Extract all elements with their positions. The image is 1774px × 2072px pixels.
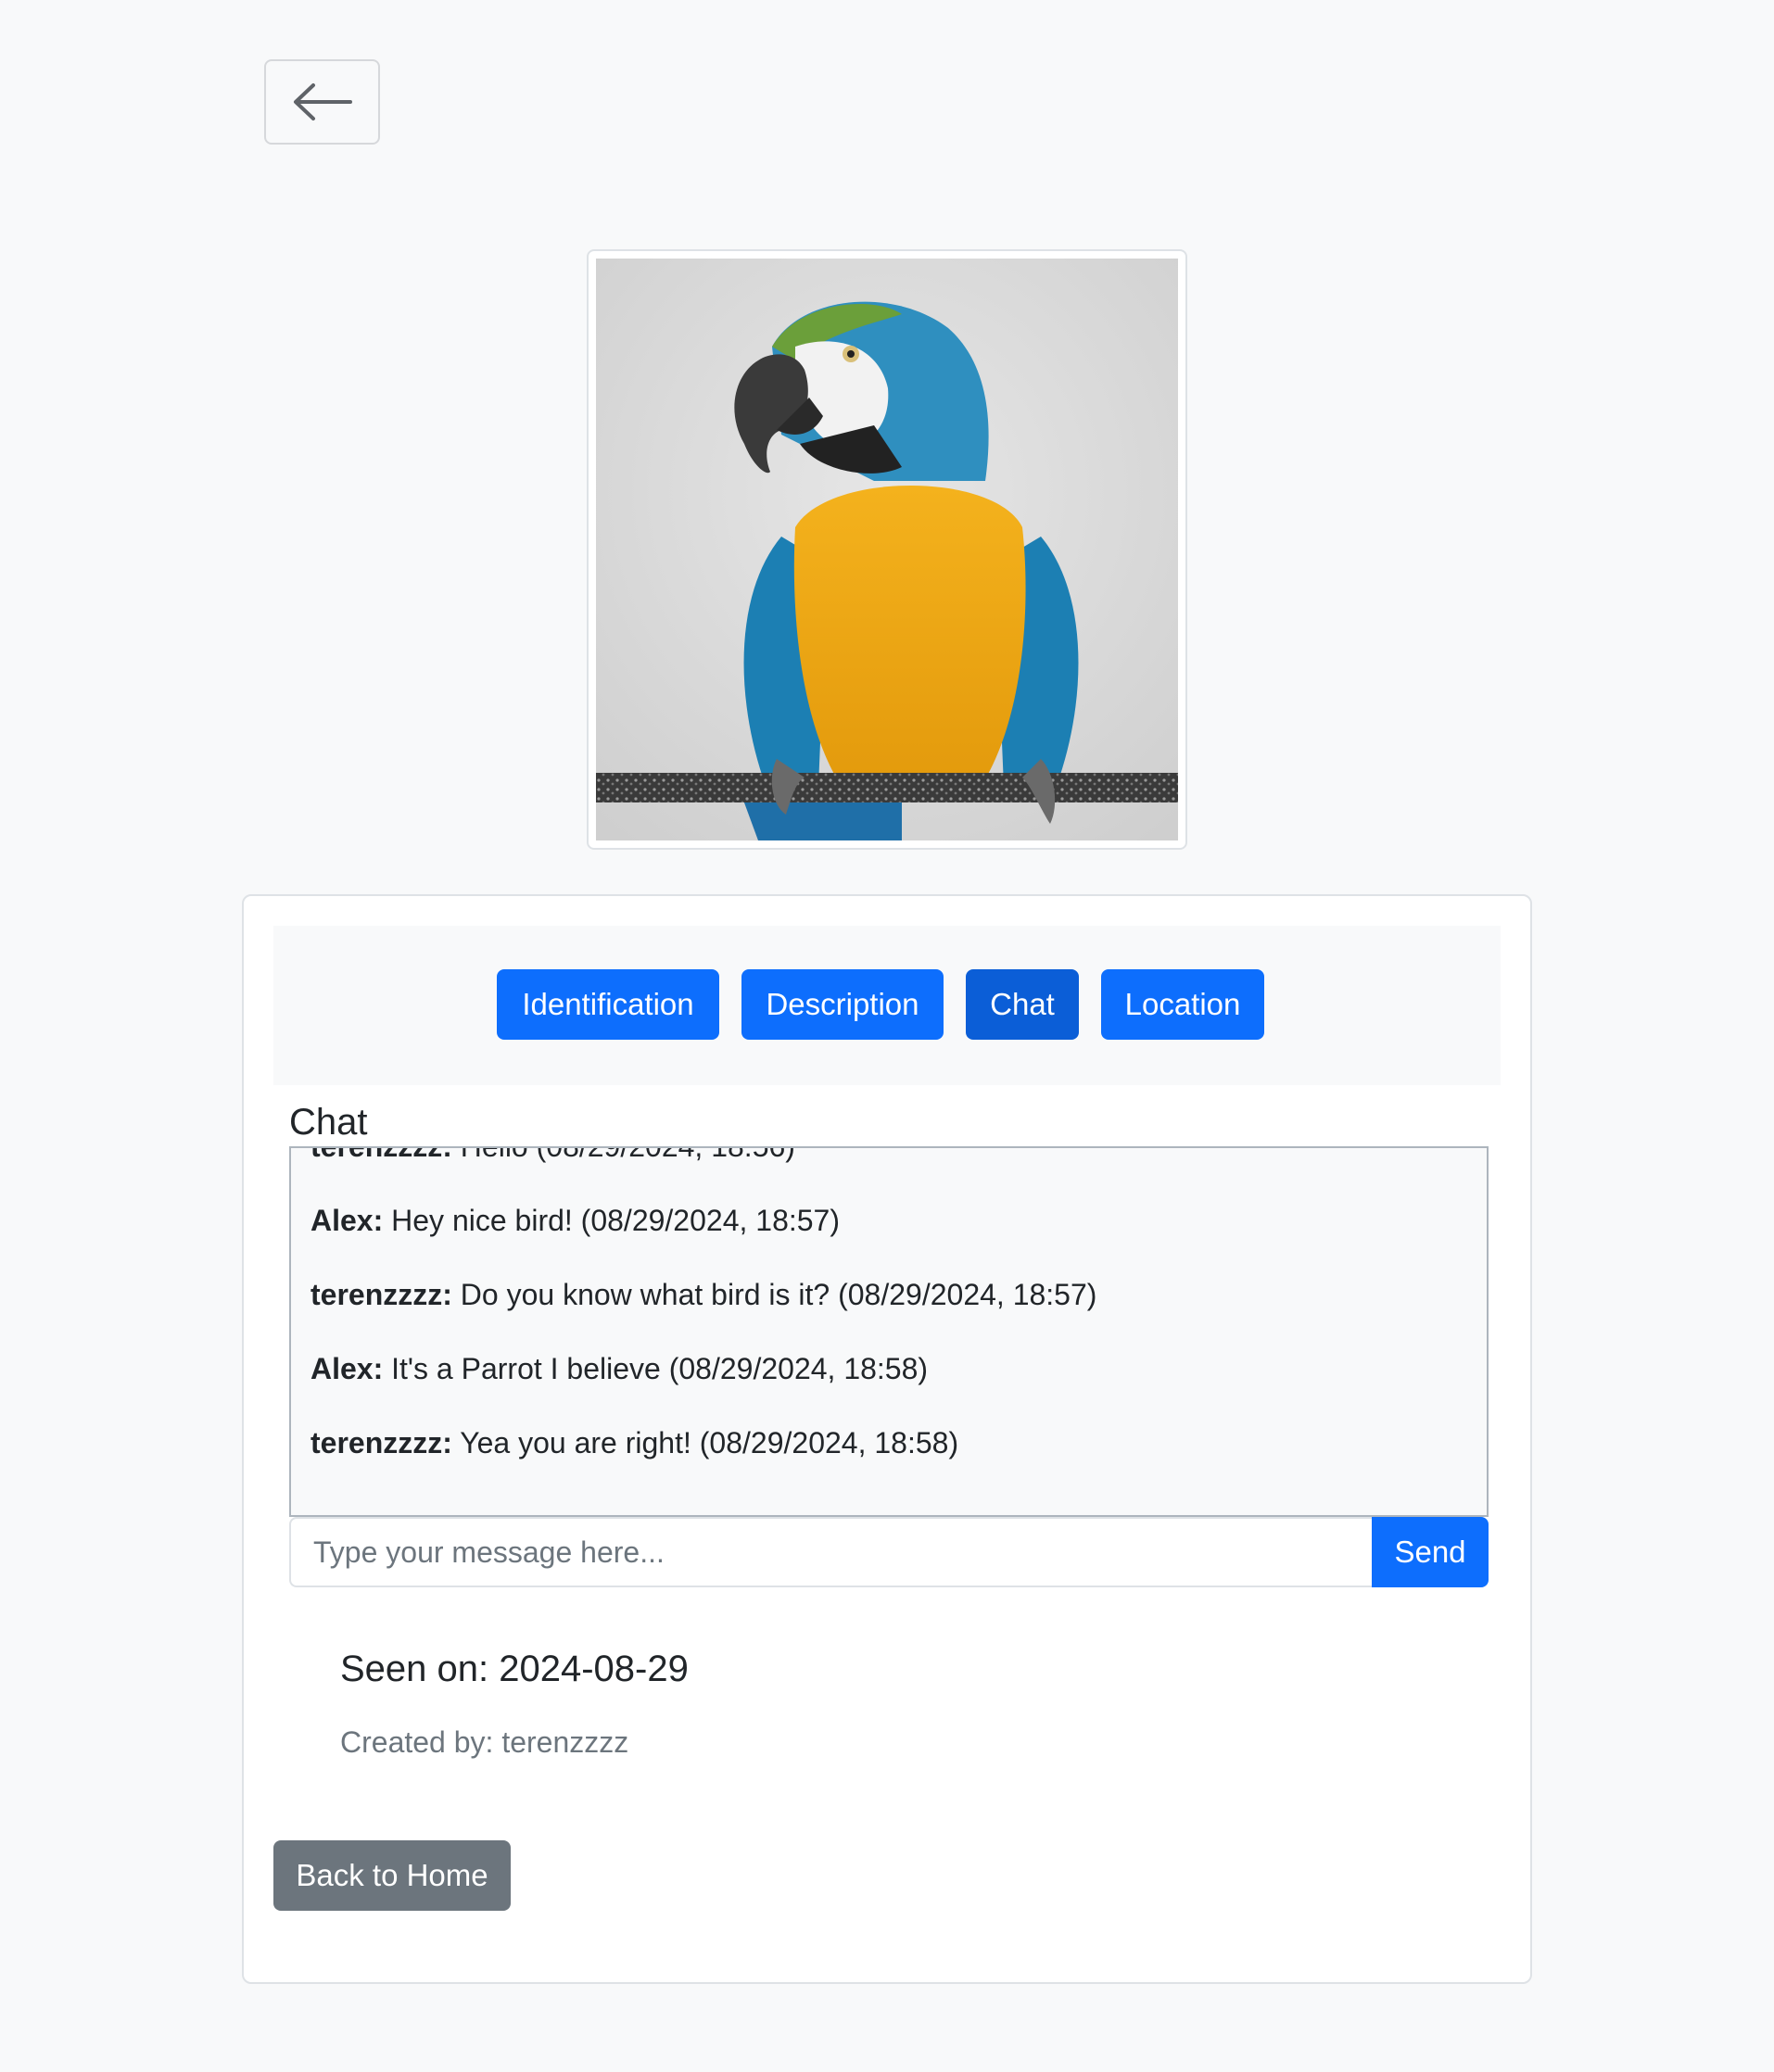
created-by-text: Created by: terenzzzz xyxy=(340,1725,629,1759)
chat-message-user: terenzzzz: xyxy=(310,1146,452,1163)
chat-message-user: Alex: xyxy=(310,1204,384,1237)
bird-image-frame xyxy=(587,249,1187,850)
chat-message-list: terenzzzz: Hello (08/29/2024, 18:56) Ale… xyxy=(310,1146,1487,1498)
chat-messages-box[interactable]: terenzzzz: Hello (08/29/2024, 18:56) Ale… xyxy=(289,1146,1489,1517)
tab-chat[interactable]: Chat xyxy=(966,969,1079,1040)
tab-bar: Identification Description Chat Location xyxy=(273,926,1501,1085)
send-button[interactable]: Send xyxy=(1372,1517,1489,1587)
bird-image xyxy=(596,259,1178,840)
tab-location[interactable]: Location xyxy=(1101,969,1264,1040)
chat-message: terenzzzz: Hello (08/29/2024, 18:56) xyxy=(310,1146,1487,1202)
chat-message-text: Hello (08/29/2024, 18:56) xyxy=(451,1146,795,1163)
chat-message: terenzzzz: Yea you are right! (08/29/202… xyxy=(310,1424,1487,1498)
chat-message-text: Hey nice bird! (08/29/2024, 18:57) xyxy=(383,1204,840,1237)
chat-message-user: terenzzzz: xyxy=(310,1426,452,1459)
chat-heading: Chat xyxy=(289,1102,368,1143)
tab-description[interactable]: Description xyxy=(741,969,944,1040)
chat-message: terenzzzz: Do you know what bird is it? … xyxy=(310,1276,1487,1350)
chat-message-text: Do you know what bird is it? (08/29/2024… xyxy=(451,1278,1097,1311)
arrow-left-icon xyxy=(293,83,352,120)
chat-message: Alex: It's a Parrot I believe (08/29/202… xyxy=(310,1350,1487,1424)
back-to-home-button[interactable]: Back to Home xyxy=(273,1840,511,1911)
chat-input-row: Send xyxy=(289,1517,1489,1587)
back-button[interactable] xyxy=(264,59,380,145)
chat-message-input[interactable] xyxy=(289,1517,1372,1587)
chat-message-text: Yea you are right! (08/29/2024, 18:58) xyxy=(451,1426,959,1459)
chat-message-user: Alex: xyxy=(310,1352,384,1385)
sighting-card: Identification Description Chat Location… xyxy=(242,894,1532,1984)
tab-identification[interactable]: Identification xyxy=(497,969,719,1040)
seen-on-date: Seen on: 2024-08-29 xyxy=(340,1649,689,1689)
chat-message: Alex: Hey nice bird! (08/29/2024, 18:57) xyxy=(310,1202,1487,1276)
chat-message-text: It's a Parrot I believe (08/29/2024, 18:… xyxy=(383,1352,929,1385)
chat-message-user: terenzzzz: xyxy=(310,1278,452,1311)
